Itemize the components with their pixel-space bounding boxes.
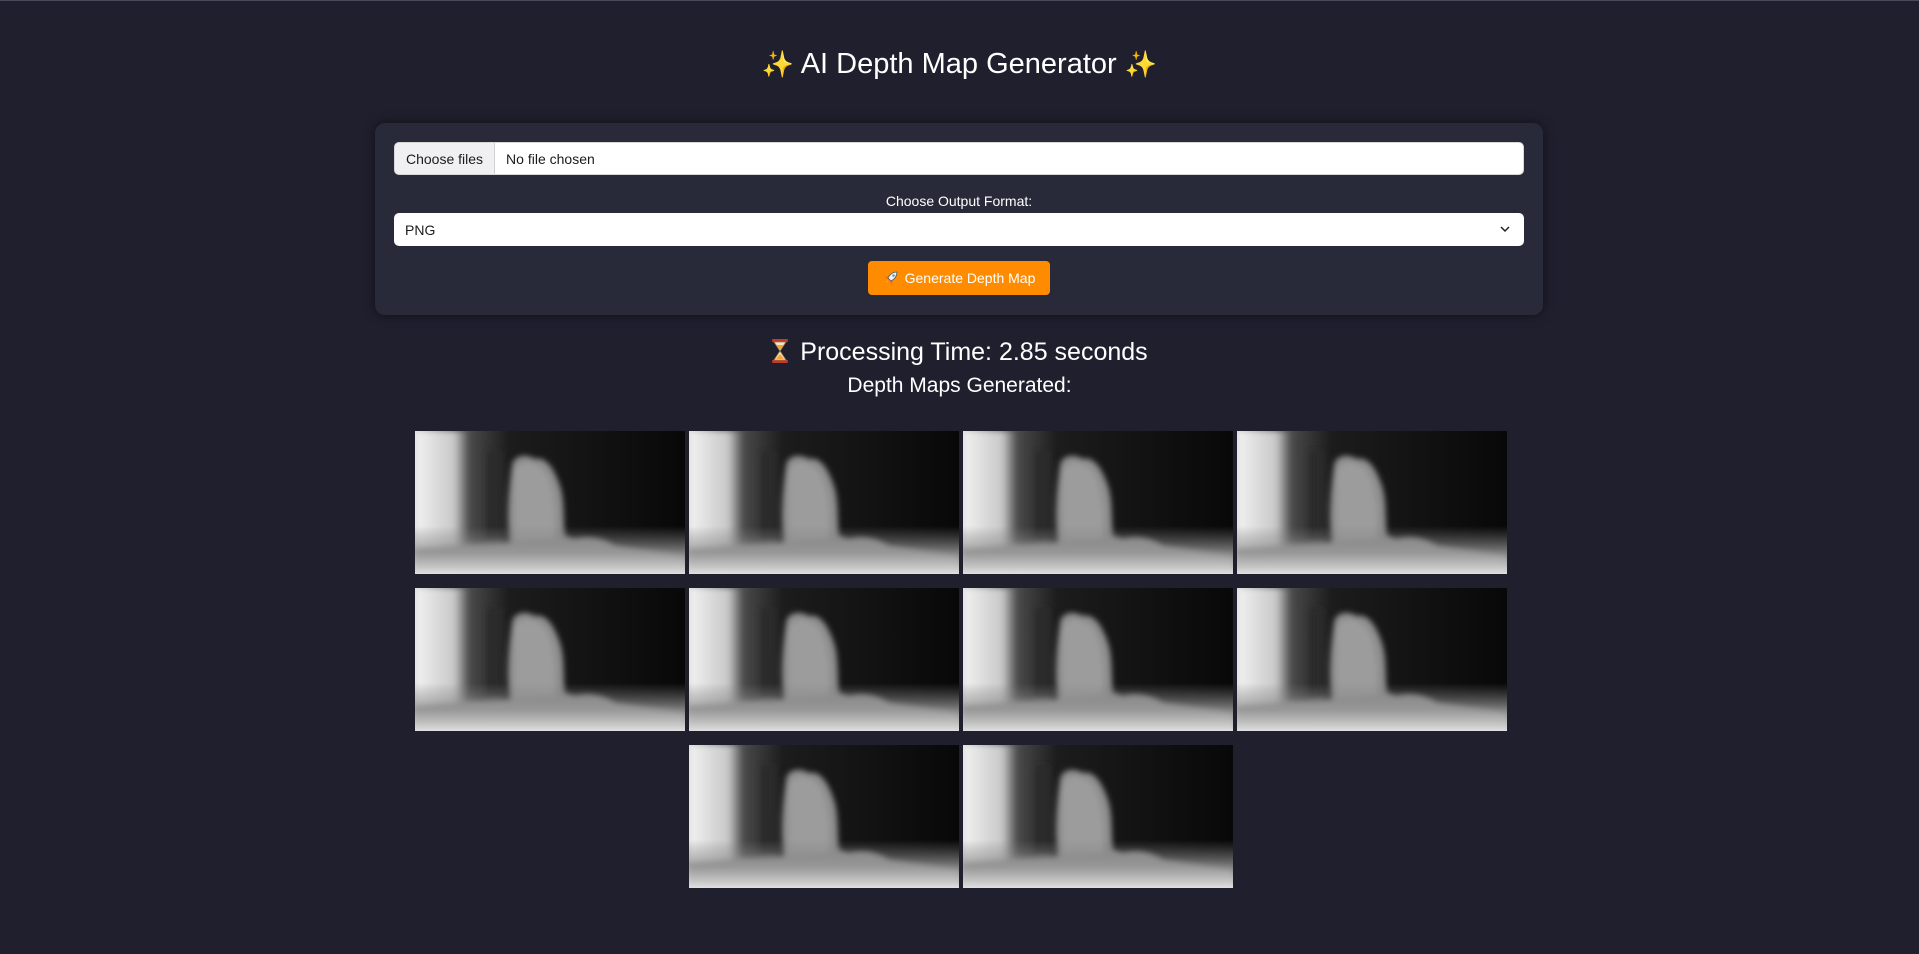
rocket-icon xyxy=(885,271,898,284)
choose-files-button[interactable]: Choose files xyxy=(395,143,496,174)
output-format-label: Choose Output Format: xyxy=(885,193,1033,209)
sparkles-icon: ✨ xyxy=(1124,49,1158,79)
depth-map-image xyxy=(689,745,959,888)
depth-map-image xyxy=(963,588,1233,731)
depth-map-image xyxy=(415,588,685,731)
depth-map-thumbnail[interactable] xyxy=(689,431,959,574)
depth-map-thumbnail[interactable] xyxy=(1237,588,1507,731)
generate-label: Generate Depth Map xyxy=(904,270,1036,286)
app-page: ✨ AI Depth Map Generator ✨ Choose files … xyxy=(0,0,1919,954)
sparkles-icon: ✨ xyxy=(761,49,795,79)
depth-map-image xyxy=(689,431,959,574)
depth-map-image xyxy=(963,745,1233,888)
depth-map-thumbnail[interactable] xyxy=(689,588,959,731)
page-title: ✨ AI Depth Map Generator ✨ xyxy=(0,46,1919,82)
generate-depth-map-button[interactable]: Generate Depth Map xyxy=(868,261,1050,295)
output-format-value: PNG xyxy=(405,221,436,238)
depth-map-image xyxy=(1237,431,1507,574)
depth-map-image xyxy=(415,431,685,574)
upload-form: Choose files No file chosen Choose Outpu… xyxy=(375,123,1543,315)
depth-map-thumbnail[interactable] xyxy=(963,588,1233,731)
depth-map-thumbnail[interactable] xyxy=(415,588,685,731)
processing-time: Processing Time: 2.85 seconds xyxy=(0,336,1919,368)
depth-map-thumbnail[interactable] xyxy=(689,745,959,888)
depth-map-thumbnail[interactable] xyxy=(1237,431,1507,574)
depth-maps-heading: Depth Maps Generated: xyxy=(847,374,1072,397)
depth-map-image xyxy=(689,588,959,731)
file-status: No file chosen xyxy=(506,150,595,167)
depth-map-thumbnail[interactable] xyxy=(963,431,1233,574)
depth-map-thumbnail[interactable] xyxy=(963,745,1233,888)
depth-map-thumbnail[interactable] xyxy=(415,431,685,574)
depth-map-image xyxy=(1237,588,1507,731)
file-input[interactable]: Choose files No file chosen xyxy=(394,142,1524,175)
output-format-select[interactable]: PNG xyxy=(394,213,1524,246)
depth-map-image xyxy=(963,431,1233,574)
hourglass-icon xyxy=(772,339,789,363)
chevron-down-icon xyxy=(1500,226,1510,233)
page-title-text: AI Depth Map Generator xyxy=(800,48,1117,80)
processing-time-text: Processing Time: 2.85 seconds xyxy=(800,338,1148,366)
